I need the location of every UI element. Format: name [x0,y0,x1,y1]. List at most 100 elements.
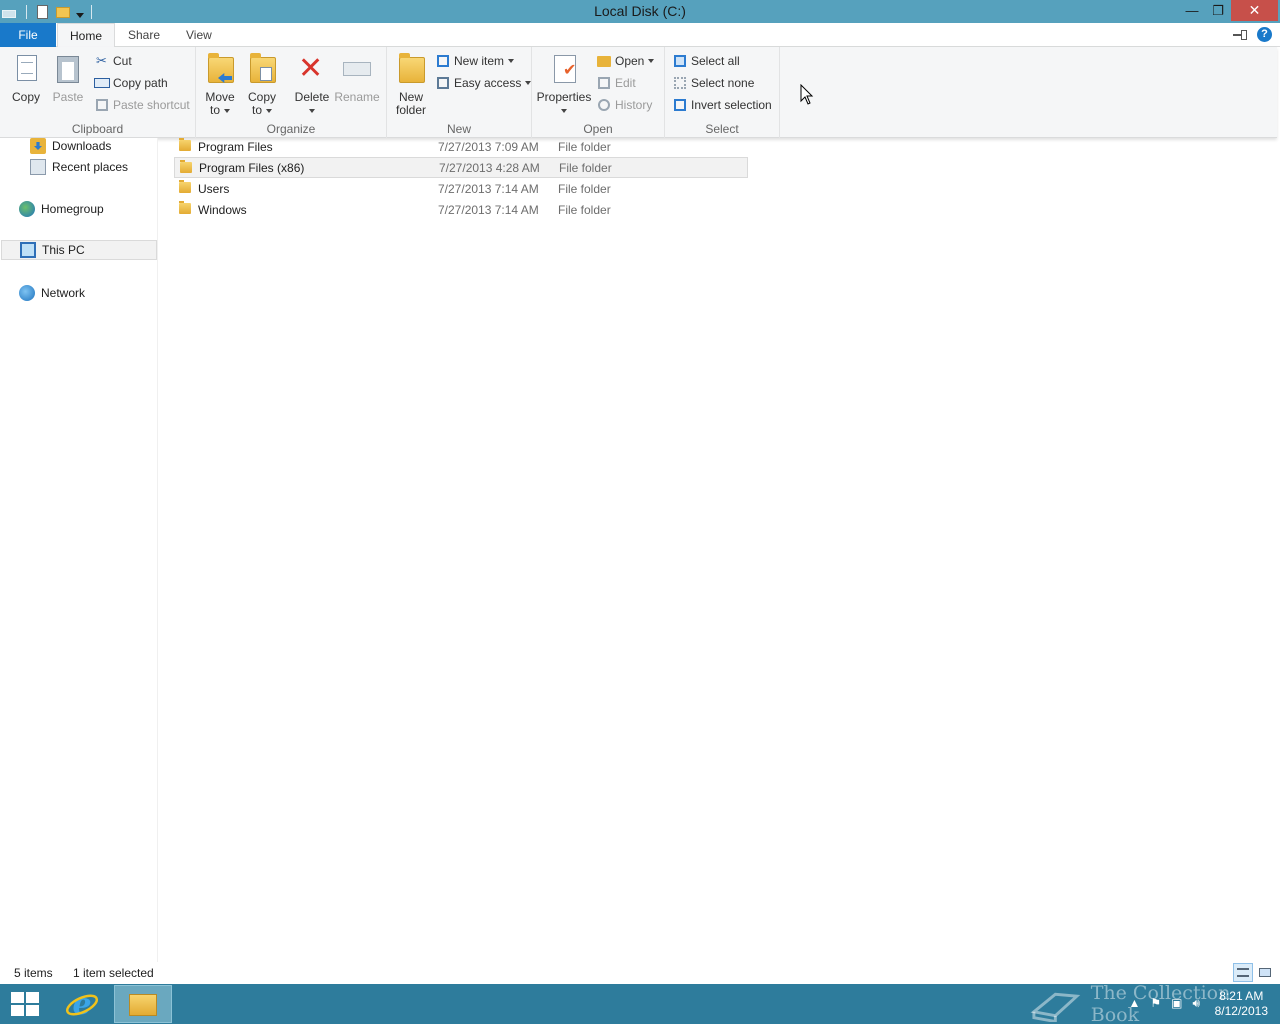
help-icon[interactable]: ? [1257,27,1272,42]
copy-icon [10,53,42,85]
file-row[interactable]: Users 7/27/2013 7:14 AM File folder [174,178,748,199]
rename-label: Rename [334,90,380,104]
selection-count: 1 item selected [73,966,154,980]
file-row[interactable]: Windows 7/27/2013 7:14 AM File folder [174,199,748,220]
tab-view[interactable]: View [174,23,224,47]
paste-button[interactable]: Paste [50,53,86,104]
new-folder-button[interactable]: New folder [393,53,429,117]
nav-item-homegroup[interactable]: Homegroup [19,199,104,219]
chevron-down-icon [508,59,515,63]
edit-button[interactable]: Edit [596,73,636,93]
edit-icon [596,75,612,91]
details-view-button[interactable] [1233,963,1253,982]
internet-explorer-taskbar-button[interactable]: e [62,986,102,1022]
book-icon [1030,992,1081,1022]
move-to-label-1: Move [205,90,235,104]
file-name: Users [198,181,230,196]
minimize-button[interactable]: — [1178,0,1206,21]
folder-icon [179,201,191,214]
properties-button[interactable]: Properties [536,53,592,117]
nav-label: Network [41,286,86,300]
open-group-label: Open [583,122,613,136]
rename-icon [341,53,373,85]
show-hidden-icons-icon[interactable]: ▲ [1128,996,1140,1011]
cut-label: Cut [113,54,132,68]
restore-button[interactable]: ❐ [1204,0,1232,21]
nav-item-this-pc[interactable]: This PC [1,240,157,260]
organize-group: Move to Copy to ✕ Delete Rename Organize [196,47,387,138]
tab-share[interactable]: Share [116,23,172,47]
nav-item-downloads[interactable]: Downloads [30,136,111,156]
ribbon-home: Copy Paste ✂ Cut Copy path Paste shortcu… [0,47,1277,138]
open-label: Open [615,54,645,68]
svg-text:e: e [72,987,91,1022]
paste-icon [52,53,84,85]
network-tray-icon[interactable]: ▣ [1171,996,1182,1011]
select-group: Select all Select none Invert selection … [665,47,780,138]
new-group-label: New [446,122,471,136]
network-icon [19,285,35,301]
easy-access-icon [435,75,451,91]
file-name: Program Files [198,139,273,154]
copy-button[interactable]: Copy [8,53,44,104]
invert-selection-label: Invert selection [691,98,772,112]
clock-date: 8/12/2013 [1214,1004,1268,1018]
large-icons-view-button[interactable] [1255,963,1275,982]
clock[interactable]: 8:21 AM 8/12/2013 [1215,989,1268,1019]
file-explorer-taskbar-button[interactable] [114,985,172,1023]
clipboard-group: Copy Paste ✂ Cut Copy path Paste shortcu… [0,47,196,138]
tab-file[interactable]: File [0,23,56,47]
copy-to-button[interactable]: Copy to [244,53,280,117]
select-none-label: Select none [691,76,755,90]
pin-ribbon-icon[interactable] [1233,29,1249,40]
copy-to-icon [246,53,278,85]
nav-label: Downloads [52,139,112,153]
copy-to-label-2: to [251,103,262,117]
cut-button[interactable]: ✂ Cut [94,51,132,71]
folder-icon [180,160,192,173]
item-count: 5 items [14,966,53,980]
nav-item-recent-places[interactable]: Recent places [30,157,128,177]
clock-time: 8:21 AM [1219,989,1264,1003]
volume-icon[interactable]: 🔊︎ [1192,996,1200,1011]
navigation-pane[interactable]: Downloads Recent places Homegroup This P… [0,138,158,962]
ribbon-tab-bar: File Home Share View [0,23,1280,48]
rename-button[interactable]: Rename [334,53,380,104]
chevron-down-icon [224,108,230,113]
start-button[interactable] [8,992,40,1016]
invert-selection-icon [672,97,688,113]
tab-home[interactable]: Home [57,23,116,48]
select-none-icon [672,75,688,91]
chevron-down-icon [648,59,655,63]
action-center-flag-icon[interactable]: ⚑ [1150,996,1161,1011]
delete-button[interactable]: ✕ Delete [292,53,332,117]
paste-shortcut-button[interactable]: Paste shortcut [94,95,190,115]
history-button[interactable]: History [596,95,652,115]
close-button[interactable]: ✕ [1231,0,1278,21]
copy-path-icon [94,75,110,91]
easy-access-button[interactable]: Easy access [435,73,532,93]
new-item-button[interactable]: New item [435,51,515,71]
delete-label: Delete [294,90,330,104]
scissors-icon: ✂ [96,53,107,68]
this-pc-icon [20,242,36,258]
file-name: Windows [198,202,247,217]
file-row[interactable]: Program Files (x86) 7/27/2013 4:28 AM Fi… [174,157,748,178]
file-explorer-icon [129,994,157,1016]
open-button[interactable]: Open [596,51,655,71]
chevron-down-icon [561,108,567,113]
file-date: 7/27/2013 7:14 AM [438,181,539,196]
file-row[interactable]: Program Files 7/27/2013 7:09 AM File fol… [174,136,748,157]
paste-label: Paste [52,90,84,104]
move-to-button[interactable]: Move to [202,53,238,117]
copy-path-button[interactable]: Copy path [94,73,168,93]
window-title: Local Disk (C:) [594,3,686,19]
nav-label: Recent places [52,160,129,174]
nav-label: Homegroup [41,202,104,216]
select-none-button[interactable]: Select none [672,73,754,93]
easy-access-label: Easy access [454,76,522,90]
edit-label: Edit [615,76,636,90]
select-all-button[interactable]: Select all [672,51,740,71]
invert-selection-button[interactable]: Invert selection [672,95,772,115]
nav-item-network[interactable]: Network [19,283,85,303]
